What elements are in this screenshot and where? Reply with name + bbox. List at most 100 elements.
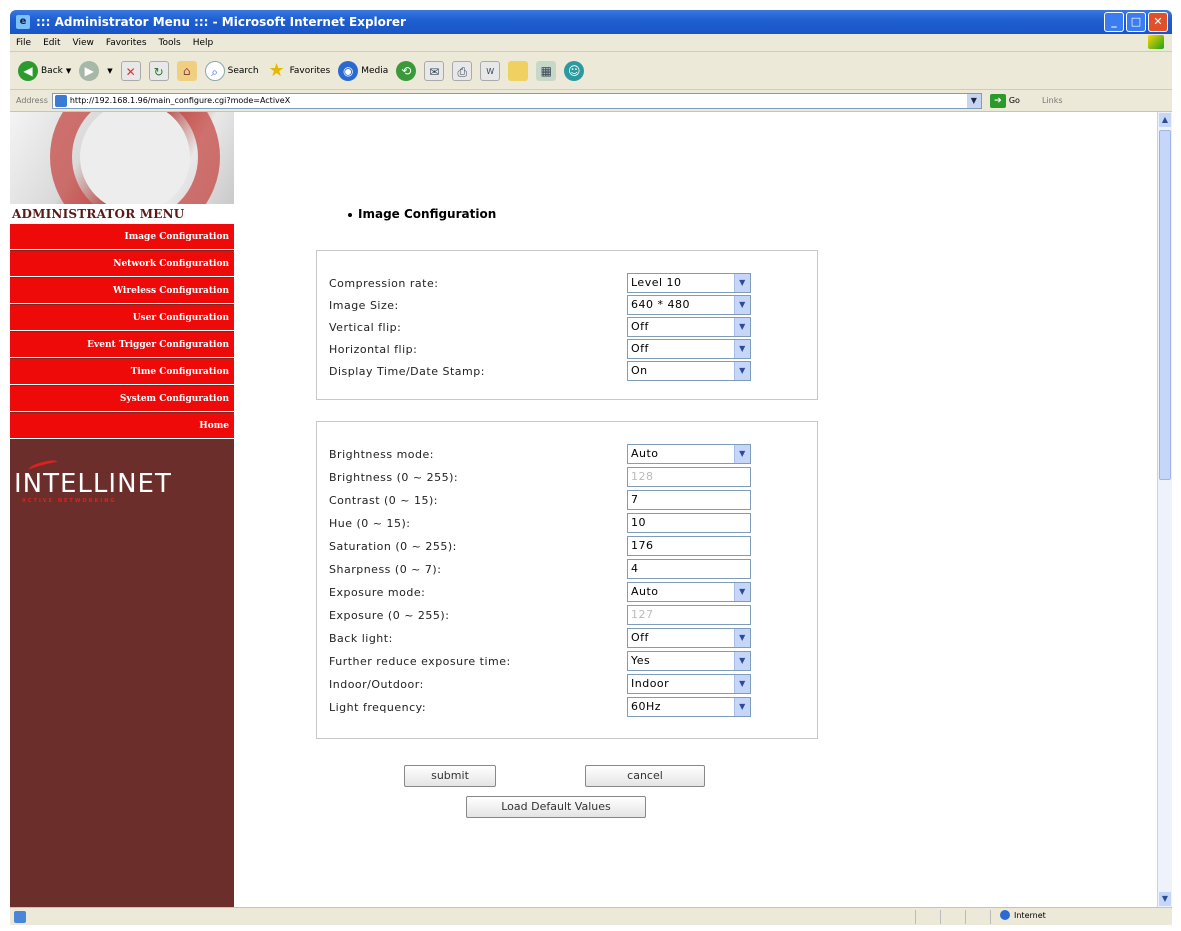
menu-file[interactable]: File bbox=[16, 38, 31, 48]
back-button[interactable]: ◀ Back ▼ bbox=[18, 60, 71, 81]
light-frequency-select[interactable]: 60Hz ▼ bbox=[627, 697, 751, 717]
field-label: Vertical flip: bbox=[329, 321, 402, 334]
media-button[interactable]: ◉ Media bbox=[338, 60, 389, 81]
edit-icon[interactable]: W bbox=[480, 60, 501, 81]
field-label: Saturation (0 ~ 255): bbox=[329, 540, 457, 553]
hue-input[interactable]: 10 bbox=[627, 513, 751, 533]
field-label: Horizontal flip: bbox=[329, 343, 418, 356]
chevron-down-icon[interactable]: ▼ bbox=[107, 67, 112, 75]
back-light-select[interactable]: Off ▼ bbox=[627, 628, 751, 648]
sidebar-item-network-configuration[interactable]: Network Configuration bbox=[10, 251, 234, 277]
ie-icon: e bbox=[16, 15, 30, 29]
windows-logo-icon bbox=[1148, 35, 1164, 49]
select-value: Indoor bbox=[631, 677, 670, 690]
sidebar-item-home[interactable]: Home bbox=[10, 413, 234, 439]
chevron-down-icon[interactable]: ▼ bbox=[966, 93, 981, 108]
image-size-select[interactable]: 640 * 480 ▼ bbox=[627, 295, 751, 315]
sidebar-item-image-configuration[interactable]: Image Configuration bbox=[10, 224, 234, 250]
brightness-mode-select[interactable]: Auto ▼ bbox=[627, 444, 751, 464]
sidebar-item-system-configuration[interactable]: System Configuration bbox=[10, 386, 234, 412]
security-zone: Internet bbox=[1000, 910, 1046, 920]
settings-row: Indoor/Outdoor: Indoor ▼ bbox=[329, 674, 809, 696]
compression-rate-select[interactable]: Level 10 ▼ bbox=[627, 273, 751, 293]
settings-row: Further reduce exposure time: Yes ▼ bbox=[329, 651, 809, 673]
select-value: Off bbox=[631, 631, 649, 644]
menu-favorites[interactable]: Favorites bbox=[106, 38, 147, 48]
select-value: Off bbox=[631, 320, 649, 333]
exposure-input: 127 bbox=[627, 605, 751, 625]
page-status-icon bbox=[14, 910, 26, 923]
logo-name: INTELLINET bbox=[14, 469, 172, 499]
stop-icon[interactable]: ✕ bbox=[120, 60, 141, 81]
scrollbar-thumb[interactable] bbox=[1159, 130, 1171, 480]
menu-view[interactable]: View bbox=[73, 38, 94, 48]
chevron-down-icon: ▼ bbox=[734, 445, 750, 463]
chevron-down-icon: ▼ bbox=[734, 583, 750, 601]
refresh-icon[interactable]: ↻ bbox=[148, 60, 169, 81]
minimize-button[interactable]: _ bbox=[1104, 12, 1124, 32]
sharpness-input[interactable]: 4 bbox=[627, 559, 751, 579]
field-label: Hue (0 ~ 15): bbox=[329, 517, 411, 530]
mail-icon[interactable]: ✉ bbox=[424, 60, 445, 81]
reduce-exposure-select[interactable]: Yes ▼ bbox=[627, 651, 751, 671]
field-label: Display Time/Date Stamp: bbox=[329, 365, 485, 378]
submit-button[interactable]: submit bbox=[404, 765, 496, 787]
page-title-text: Image Configuration bbox=[358, 207, 497, 221]
horizontal-flip-select[interactable]: Off ▼ bbox=[627, 339, 751, 359]
image-adjust-panel: Brightness mode: Auto ▼ Brightness (0 ~ 2… bbox=[316, 421, 818, 739]
settings-row: Exposure mode: Auto ▼ bbox=[329, 582, 809, 604]
go-arrow-icon: ➔ bbox=[989, 93, 1006, 108]
settings-row: Saturation (0 ~ 255): 176 bbox=[329, 536, 809, 558]
messenger-icon[interactable]: ☺ bbox=[564, 60, 585, 81]
contrast-input[interactable]: 7 bbox=[627, 490, 751, 510]
go-button[interactable]: ➔ Go bbox=[989, 93, 1020, 108]
chevron-down-icon: ▼ bbox=[734, 362, 750, 380]
load-defaults-button[interactable]: Load Default Values bbox=[466, 796, 646, 818]
research-icon[interactable]: ▦ bbox=[536, 60, 557, 81]
chevron-down-icon: ▼ bbox=[734, 652, 750, 670]
vertical-flip-select[interactable]: Off ▼ bbox=[627, 317, 751, 337]
menu-tools[interactable]: Tools bbox=[159, 38, 181, 48]
maximize-button[interactable]: □ bbox=[1126, 12, 1146, 32]
sidebar-item-event-trigger-configuration[interactable]: Event Trigger Configuration bbox=[10, 332, 234, 358]
favorites-button[interactable]: ★ Favorites bbox=[267, 60, 330, 81]
forward-arrow-icon[interactable]: ▶ bbox=[79, 60, 100, 81]
basic-settings-panel: Compression rate: Level 10 ▼ Image Size: … bbox=[316, 250, 818, 400]
address-input[interactable]: http://192.168.1.96/main_configure.cgi?m… bbox=[51, 92, 982, 109]
print-icon[interactable]: ⎙ bbox=[452, 60, 473, 81]
settings-row: Hue (0 ~ 15): 10 bbox=[329, 513, 809, 535]
settings-row: Exposure (0 ~ 255): 127 bbox=[329, 605, 809, 627]
scroll-up-icon[interactable]: ▲ bbox=[1159, 113, 1171, 127]
select-value: Level 10 bbox=[631, 276, 682, 289]
links-button[interactable]: Links bbox=[1042, 96, 1063, 105]
media-label: Media bbox=[361, 65, 389, 76]
close-button[interactable]: ✕ bbox=[1148, 12, 1168, 32]
exposure-mode-select[interactable]: Auto ▼ bbox=[627, 582, 751, 602]
sidebar-item-wireless-configuration[interactable]: Wireless Configuration bbox=[10, 278, 234, 304]
go-label: Go bbox=[1008, 96, 1020, 105]
title-bar: e ::: Administrator Menu ::: - Microsoft… bbox=[10, 10, 1172, 34]
field-label: Back light: bbox=[329, 632, 393, 645]
status-divider bbox=[915, 910, 916, 924]
home-icon[interactable]: ⌂ bbox=[176, 60, 197, 81]
scroll-down-icon[interactable]: ▼ bbox=[1159, 892, 1171, 906]
cancel-button[interactable]: cancel bbox=[585, 765, 705, 787]
select-value: Off bbox=[631, 342, 649, 355]
saturation-input[interactable]: 176 bbox=[627, 536, 751, 556]
window-title: ::: Administrator Menu ::: - Microsoft I… bbox=[36, 15, 406, 29]
folder-icon[interactable] bbox=[508, 60, 529, 81]
sidebar-item-user-configuration[interactable]: User Configuration bbox=[10, 305, 234, 331]
history-icon[interactable]: ⟲ bbox=[396, 60, 417, 81]
menu-edit[interactable]: Edit bbox=[43, 38, 60, 48]
back-arrow-icon: ◀ bbox=[18, 60, 38, 81]
indoor-outdoor-select[interactable]: Indoor ▼ bbox=[627, 674, 751, 694]
brightness-input: 128 bbox=[627, 467, 751, 487]
field-label: Brightness mode: bbox=[329, 448, 434, 461]
search-button[interactable]: ⌕ Search bbox=[204, 60, 259, 81]
vertical-scrollbar[interactable]: ▲ ▼ bbox=[1157, 112, 1172, 907]
sidebar-item-time-configuration[interactable]: Time Configuration bbox=[10, 359, 234, 385]
timestamp-select[interactable]: On ▼ bbox=[627, 361, 751, 381]
sidebar-menu: Image Configuration Network Configuratio… bbox=[10, 224, 234, 440]
bullet-icon bbox=[348, 212, 352, 217]
menu-help[interactable]: Help bbox=[193, 38, 214, 48]
